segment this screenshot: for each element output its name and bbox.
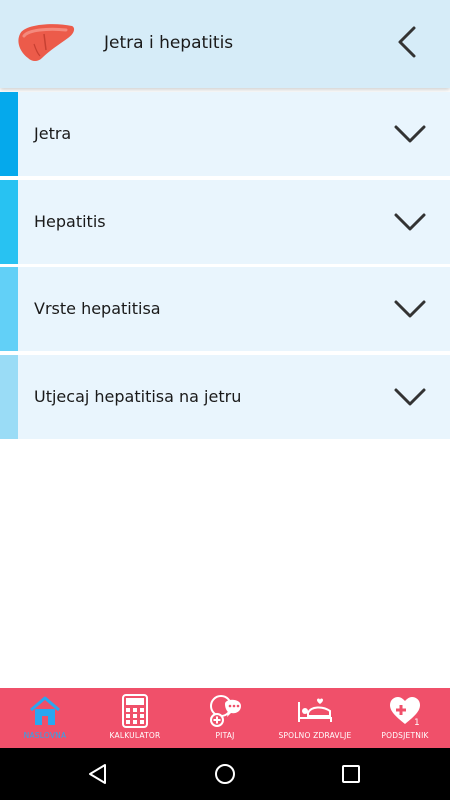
nav-item-kalkulator[interactable]: KALKULATOR xyxy=(90,688,180,748)
app-header: Jetra i hepatitis xyxy=(0,0,450,88)
nav-label: SPOLNO ZDRAVLJE xyxy=(278,731,352,740)
nav-label: KALKULATOR xyxy=(109,731,161,740)
chevron-down-icon[interactable] xyxy=(392,206,428,238)
chat-bubble-icon xyxy=(210,695,241,727)
nav-item-naslovna[interactable]: NASLOVNA xyxy=(0,688,90,748)
home-icon xyxy=(30,696,60,725)
accordion-item-utjecaj[interactable]: Utjecaj hepatitisa na jetru xyxy=(0,355,450,439)
accordion-label: Utjecaj hepatitisa na jetru xyxy=(34,387,242,406)
accent-bar xyxy=(0,355,18,439)
bottom-navigation: NASLOVNA KALKULATOR PITAJ SPOLNO ZDRAVLJ… xyxy=(0,688,450,748)
system-navigation-bar xyxy=(0,748,450,800)
nav-label: PITAJ xyxy=(215,731,235,740)
liver-icon xyxy=(18,24,75,61)
nav-label: PODSJETNIK xyxy=(381,731,429,740)
page-title: Jetra i hepatitis xyxy=(104,33,234,53)
back-triangle-icon[interactable] xyxy=(86,762,110,786)
recents-square-icon[interactable] xyxy=(339,762,363,786)
accordion-item-vrste-hepatitisa[interactable]: Vrste hepatitisa xyxy=(0,267,450,351)
accordion-item-jetra[interactable]: Jetra xyxy=(0,92,450,176)
accordion-label: Hepatitis xyxy=(34,212,106,231)
chevron-down-icon[interactable] xyxy=(392,381,428,413)
calculator-icon xyxy=(122,694,148,728)
app-screen: Jetra i hepatitis Jetra Hepatitis Vrste … xyxy=(0,0,450,800)
accordion-label: Vrste hepatitisa xyxy=(34,299,161,318)
nav-label: NASLOVNA xyxy=(23,731,67,740)
nav-item-pitaj[interactable]: PITAJ xyxy=(180,688,270,748)
accent-bar xyxy=(0,92,18,176)
accordion-label: Jetra xyxy=(34,124,72,143)
nav-item-spolno-zdravlje[interactable]: SPOLNO ZDRAVLJE xyxy=(270,688,360,748)
chevron-left-icon[interactable] xyxy=(388,22,428,62)
chevron-down-icon[interactable] xyxy=(392,118,428,150)
bed-icon xyxy=(298,698,332,722)
nav-item-podsjetnik[interactable]: 1 PODSJETNIK xyxy=(360,688,450,748)
chevron-down-icon[interactable] xyxy=(392,293,428,325)
accent-bar xyxy=(0,180,18,264)
svg-text:1: 1 xyxy=(414,718,420,728)
home-circle-icon[interactable] xyxy=(213,762,237,786)
accent-bar xyxy=(0,267,18,351)
accordion-item-hepatitis[interactable]: Hepatitis xyxy=(0,180,450,264)
heart-reminder-icon: 1 xyxy=(390,697,420,728)
